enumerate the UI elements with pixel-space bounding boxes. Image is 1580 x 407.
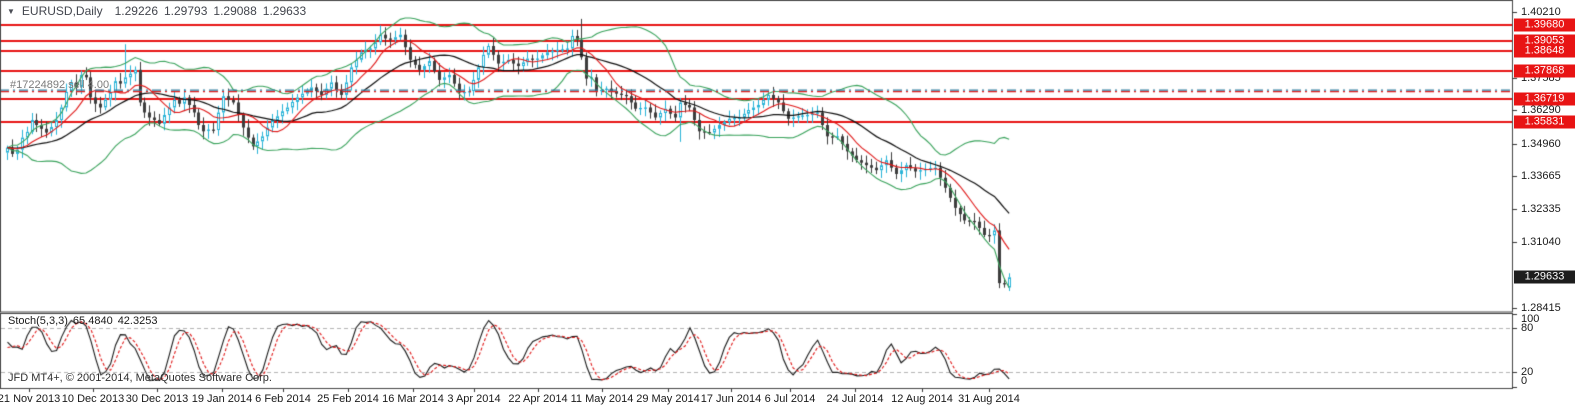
date-label: 25 Feb 2014 [317,393,379,405]
quote-open: 1.29226 [115,4,158,18]
price-level-label: 1.36719 [1514,93,1575,106]
stoch-indicator-label: Stoch(5,3,3) 65.4840 42.3253 [8,315,162,327]
open-order-label[interactable]: #17224892 sell 4.00 [10,79,109,91]
date-label: 17 Jun 2014 [701,393,762,405]
price-tick-label: 1.40210 [1521,6,1561,18]
chart-canvas[interactable] [0,0,1580,407]
date-label: 11 May 2014 [571,393,634,405]
date-label: 6 Jul 2014 [765,393,816,405]
quote-high: 1.29793 [164,4,207,18]
price-level-label: 1.35831 [1514,115,1575,128]
price-level-label: 1.39680 [1514,19,1575,32]
date-label: 19 Jan 2014 [192,393,253,405]
date-label: 21 Nov 2013 [0,393,60,405]
chart-header: ▼ EURUSD,Daily 1.29226 1.29793 1.29088 1.2963… [7,4,312,18]
price-level-label: 1.37868 [1514,64,1575,77]
date-label: 16 Mar 2014 [382,393,444,405]
price-tick-label: 1.32335 [1521,203,1561,215]
mt4-chart-window: ▼ EURUSD,Daily 1.29226 1.29793 1.29088 1.2963… [0,0,1580,407]
stoch-indicator-name: Stoch(5,3,3) [8,315,68,327]
price-tick-label: 1.34960 [1521,138,1561,150]
date-label: 24 Jul 2014 [827,393,884,405]
date-label: 12 Aug 2014 [891,393,953,405]
date-label: 3 Apr 2014 [447,393,500,405]
date-label: 22 Apr 2014 [508,393,567,405]
chart-dropdown-icon[interactable]: ▼ [7,7,15,16]
stoch-tick-label: 0 [1521,375,1527,387]
copyright-text: JFD MT4+, © 2001-2014, MetaQuotes Softwa… [8,372,272,384]
date-label: 29 May 2014 [636,393,700,405]
quote-low: 1.29088 [213,4,256,18]
stoch-tick-label: 80 [1521,322,1533,334]
chart-symbol-period: EURUSD,Daily [22,4,103,18]
date-label: 6 Feb 2014 [255,393,311,405]
stoch-main-value: 65.4840 [73,315,113,327]
date-label: 10 Dec 2013 [62,393,124,405]
stoch-signal-value: 42.3253 [118,315,158,327]
price-tick-label: 1.31040 [1521,236,1561,248]
quote-close: 1.29633 [263,4,306,18]
price-level-label: 1.38648 [1514,45,1575,58]
price-tick-label: 1.33665 [1521,170,1561,182]
current-price-label: 1.29633 [1514,271,1575,284]
date-label: 30 Dec 2013 [126,393,188,405]
date-label: 31 Aug 2014 [958,393,1020,405]
